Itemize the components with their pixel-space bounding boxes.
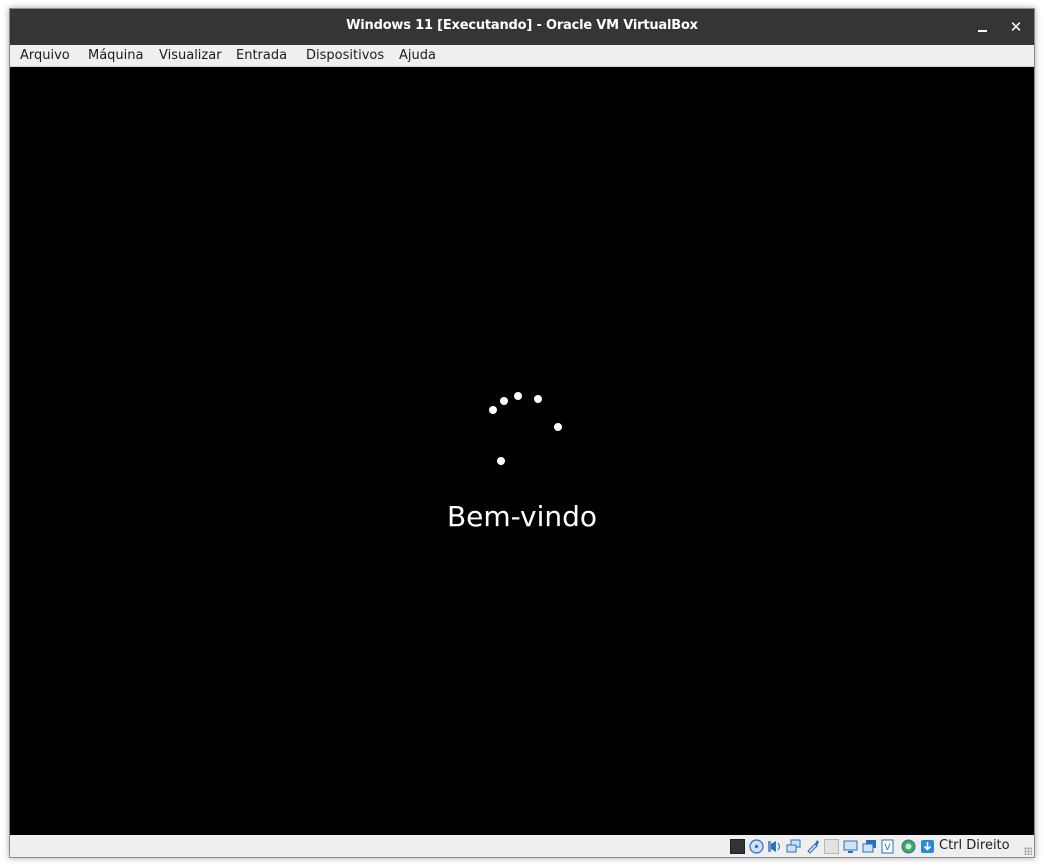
window-title: Windows 11 [Executando] - Oracle VM Virt… [346, 18, 698, 33]
menu-maquina[interactable]: Máquina [88, 48, 144, 63]
title-bar[interactable]: Windows 11 [Executando] - Oracle VM Virt… [10, 9, 1034, 45]
menu-bar: Arquivo Máquina Visualizar Entrada Dispo… [10, 45, 1034, 67]
menu-entrada[interactable]: Entrada [236, 48, 287, 63]
network-icon[interactable] [786, 839, 801, 854]
minimize-icon [977, 30, 987, 32]
spinner-dot [514, 392, 522, 400]
menu-dispositivos[interactable]: Dispositivos [306, 48, 384, 63]
minimize-button[interactable] [970, 15, 994, 39]
status-bar: V Ctrl Direito [10, 835, 1034, 857]
resize-grip-icon[interactable] [1024, 847, 1032, 855]
menu-visualizar[interactable]: Visualizar [159, 48, 222, 63]
guest-additions-icon[interactable] [901, 839, 916, 854]
spinner-dot [489, 406, 497, 414]
close-icon: ✕ [1009, 18, 1023, 36]
mouse-capture-icon[interactable] [730, 839, 745, 854]
spinner-dot [534, 395, 542, 403]
spinner-dot [554, 423, 562, 431]
spinner-dot [497, 457, 505, 465]
cpu-virtualization-icon[interactable]: V [880, 839, 895, 854]
video-capture-icon[interactable] [862, 839, 877, 854]
guest-display[interactable]: Bem-vindo [10, 67, 1034, 835]
close-button[interactable]: ✕ [1004, 15, 1028, 39]
svg-text:V: V [884, 843, 891, 853]
audio-icon[interactable] [767, 839, 782, 854]
virtualbox-window: Windows 11 [Executando] - Oracle VM Virt… [9, 8, 1035, 858]
host-key-label: Ctrl Direito [939, 838, 1010, 853]
download-arrow-icon[interactable] [920, 839, 935, 854]
welcome-text: Bem-vindo [446, 500, 598, 533]
spinner-dot [500, 397, 508, 405]
usb-icon[interactable] [805, 839, 820, 854]
optical-drive-icon[interactable] [749, 839, 764, 854]
display-icon[interactable] [843, 839, 858, 854]
menu-arquivo[interactable]: Arquivo [20, 48, 70, 63]
menu-ajuda[interactable]: Ajuda [399, 48, 436, 63]
shared-folders-icon[interactable] [824, 839, 839, 854]
